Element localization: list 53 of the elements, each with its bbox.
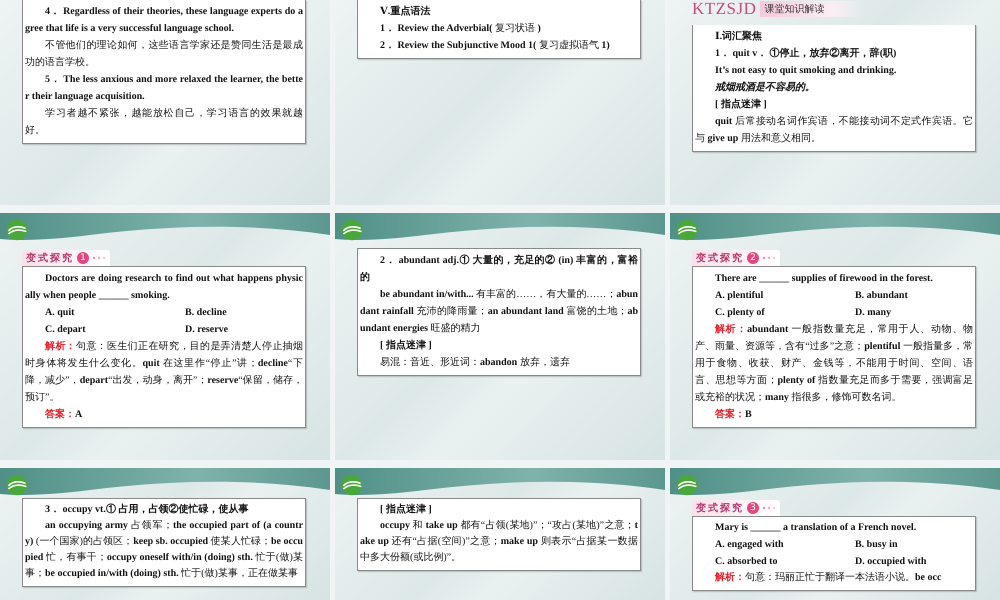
logo-icon: [341, 474, 363, 496]
section-tag: 变式探究 3: [692, 500, 780, 516]
heading-text: 4． Regardless of their theories, these language experts do agree that life is a very successful language school.: [25, 5, 303, 36]
note-paragraph: 解析：句意：玛丽正忙于翻译一本法语小说。be occ: [714, 570, 942, 585]
answer-option: B. busy in: [855, 536, 973, 553]
logo-icon: [6, 219, 28, 241]
section-tag: 变式探究 1: [22, 250, 110, 266]
dots-icon: [92, 256, 106, 260]
note-paragraph: 答案：A: [44, 407, 84, 422]
heading-text: [ 指点迷津 ]: [714, 98, 768, 112]
answer-option: A. quit: [45, 304, 185, 321]
heading-text: It’s not easy to quit smoking and drinking.: [714, 64, 898, 78]
heading-text: 1． quit v． ①停止，放弃②离开，辞(职): [714, 46, 898, 61]
answer-option: D. occupied with: [855, 553, 973, 570]
section-tag: 变式探究 2: [692, 250, 780, 266]
answer-option: C. depart: [45, 321, 185, 338]
section-code: KTZSJD: [692, 0, 756, 17]
paragraph: 1． Review the Adverbial( 复习状语 ): [379, 22, 542, 36]
answer-option: A. engaged with: [715, 536, 855, 553]
paragraph: 2． Review the Subjunctive Mood 1( 复习虚拟语气 1): [379, 38, 611, 53]
dots-icon: [762, 256, 776, 260]
note-paragraph: 解析：abundant 一般指数量充足，常用于人、动物、物产、雨量、资源等，含有“过多”之意；plentiful 一般指量多，常用于食物、收获、财产、金钱等，不能用于时间、空间、语言、思想等方面；plenty of 指数量充足而多于需要，强调富足或充裕的状况；many 指很多，修饰可数名词。: [695, 322, 973, 405]
answer-option: D. reserve: [185, 321, 303, 338]
logo-icon: [676, 219, 698, 241]
heading-text: 5． The less anxious and more relaxed the learner, the better their language acquisition.: [25, 73, 303, 104]
logo-icon: [341, 219, 363, 241]
answer-option: D. many: [855, 304, 973, 321]
paragraph: occupy 和 take up 都有“占领(某地)”；“攻占(某地)”之意；take up 还有“占据(空间)”之意；make up 则表示“占据某一数据中多大份额(或比例)”。: [360, 518, 638, 565]
heading-text: [ 指点迷津 ]: [379, 502, 433, 517]
note-paragraph: 解析：句意：医生们正在研究，目的是弄清楚人停止抽烟时身体将发生什么变化。quit 在这里作“停止”讲；decline“下降，减少”，depart“出发，动身，离开”；reserve“保留，储存，预订”。: [25, 340, 303, 405]
heading-text: Ⅰ.词汇聚焦: [714, 30, 764, 44]
heading-text: 3． occupy vt.① 占用，占领②使忙碌，使从事: [44, 502, 250, 517]
heading-text: There are ______ supplies of firewood in the forest.: [714, 272, 934, 286]
note-paragraph: 答案：B: [714, 407, 753, 422]
logo-icon: [676, 474, 698, 496]
paragraph: 学习者越不紧张，越能放松自己，学习语言的效果就越好。: [25, 106, 303, 138]
heading-text: [ 指点迷津 ]: [379, 338, 433, 353]
heading-text: Ⅴ.重点语法: [379, 4, 432, 19]
paragraph: 易混：音近、形近词：abandon 放弃，遗弃: [379, 356, 571, 370]
dots-icon: [762, 506, 776, 510]
answer-option: C. absorbed to: [715, 553, 855, 570]
paragraph: be abundant in/with... 有丰富的……，有大量的……；abundant rainfall 充沛的降雨量；an abundant land 富饶的土地；abundant energies 旺盛的精力: [360, 288, 638, 336]
answer-option: A. plentiful: [715, 287, 855, 304]
answer-option: B. abundant: [855, 287, 973, 304]
paragraph: 不管他们的理论如何，这些语言学家还是赞同生活是最成功的语言学校。: [25, 38, 303, 70]
paragraph: an occupying army 占领军；the occupied part of (a country) (一个国家)的占领区；keep sb. occupied 使某人忙碌；be occupied 忙，有事干；occupy oneself with/in (doing) sth. 忙于(做)某事；be occupied in/with (doing) sth. 忙于(做)某事，正在做某事: [25, 518, 303, 581]
answer-option: C. plenty of: [715, 304, 855, 321]
paragraph: quit 后常接动名词作宾语，不能接动词不定式作宾语。它与 give up 用法和意义相同。: [695, 114, 973, 146]
heading-text: Doctors are doing research to find out what happens physically when people ______ smoking.: [25, 272, 303, 303]
answer-option: B. decline: [185, 304, 303, 321]
heading-text: Mary is ______ a translation of a French novel.: [714, 521, 918, 535]
example-sentence: 戒烟戒酒是不容易的。: [714, 80, 816, 95]
logo-icon: [6, 474, 28, 496]
